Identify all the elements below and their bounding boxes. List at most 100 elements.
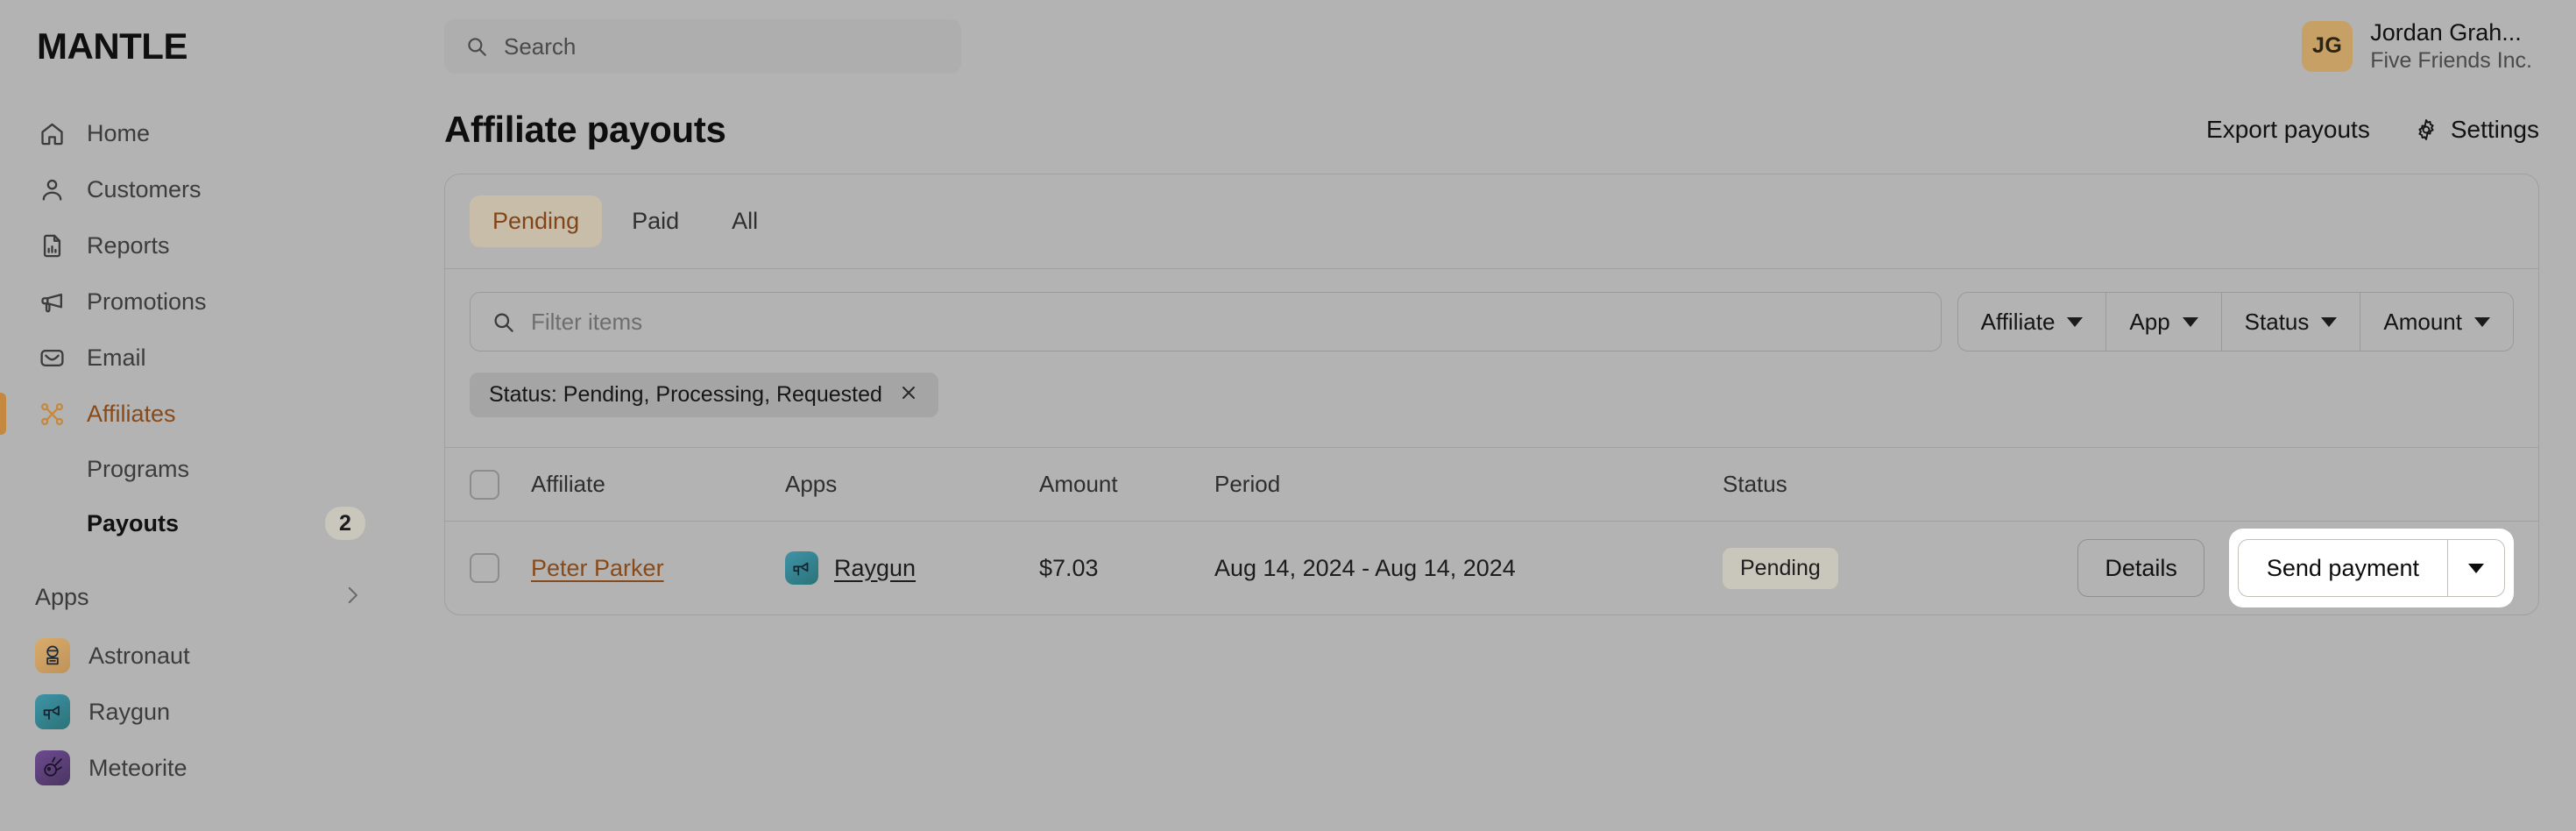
chevron-down-icon — [2067, 316, 2084, 327]
sidebar-app-meteorite[interactable]: Meteorite — [0, 740, 399, 796]
sidebar-section-label: Apps — [35, 583, 89, 610]
user-icon — [39, 176, 66, 203]
row-select-cell — [470, 553, 531, 583]
avatar: JG — [2302, 20, 2353, 72]
sidebar-app-label: Meteorite — [88, 754, 188, 781]
export-payouts-button[interactable]: Export payouts — [2206, 116, 2370, 144]
cell-period: Aug 14, 2024 - Aug 14, 2024 — [1214, 554, 1516, 581]
search-input[interactable]: Search — [444, 19, 961, 74]
chevron-right-icon — [341, 584, 364, 611]
sidebar: MANTLE Home Customers Reports Promotions… — [0, 0, 399, 831]
sidebar-item-affiliates[interactable]: Affiliates — [0, 386, 399, 442]
report-document-icon — [39, 232, 66, 259]
send-payment-button[interactable]: Send payment — [2239, 540, 2448, 596]
topbar: Search JG Jordan Grah... Five Friends In… — [399, 0, 2576, 93]
status-badge: Pending — [1723, 547, 1838, 589]
page-header-actions: Export payouts Settings — [2206, 116, 2539, 144]
sidebar-item-email[interactable]: Email — [0, 330, 399, 386]
table-row: Peter Parker Raygun $7.03 Aug 14, 2024 -… — [445, 522, 2538, 614]
filter-dropdown-app[interactable]: App — [2106, 293, 2222, 351]
sidebar-item-label: Customers — [87, 175, 202, 202]
chevron-down-icon — [2468, 563, 2484, 573]
main-content: Search JG Jordan Grah... Five Friends In… — [399, 0, 2576, 831]
gear-icon — [2414, 117, 2438, 142]
column-header-affiliate[interactable]: Affiliate — [531, 471, 785, 498]
home-icon — [39, 120, 66, 147]
tab-pending[interactable]: Pending — [470, 195, 603, 247]
sidebar-subitem-programs[interactable]: Programs — [0, 442, 399, 496]
sidebar-item-label: Affiliates — [87, 400, 176, 427]
sidebar-section-apps[interactable]: Apps — [0, 566, 399, 628]
sidebar-nav: Home Customers Reports Promotions Email … — [0, 93, 399, 796]
megaphone-icon — [39, 288, 66, 316]
page-title: Affiliate payouts — [444, 109, 726, 150]
sidebar-item-label: Email — [87, 344, 146, 371]
chevron-down-icon — [2321, 316, 2338, 327]
active-filter-chips: Status: Pending, Processing, Requested — [470, 373, 2514, 417]
cell-affiliate: Peter Parker — [531, 555, 785, 582]
user-name: Jordan Grah... — [2370, 19, 2522, 46]
app-link[interactable]: Raygun — [834, 555, 916, 582]
tab-paid[interactable]: Paid — [609, 195, 702, 247]
filter-dropdown-group: Affiliate App Status Amount — [1957, 292, 2514, 352]
app-root: MANTLE Home Customers Reports Promotions… — [0, 0, 2576, 831]
filter-dropdown-affiliate[interactable]: Affiliate — [1958, 293, 2107, 351]
user-menu[interactable]: JG Jordan Grah... Five Friends Inc. — [2302, 19, 2539, 74]
filter-items-input[interactable]: Filter items — [470, 292, 1942, 352]
filter-chip-label: Status: Pending, Processing, Requested — [489, 382, 882, 407]
meteorite-icon — [35, 750, 70, 785]
filter-dropdown-amount[interactable]: Amount — [2360, 293, 2513, 351]
user-org: Five Friends Inc. — [2370, 48, 2532, 74]
search-icon — [492, 310, 515, 334]
affiliates-network-icon — [39, 401, 66, 428]
search-icon — [465, 35, 488, 58]
sidebar-item-label: Home — [87, 119, 151, 146]
sidebar-subitem-payouts[interactable]: Payouts 2 — [0, 496, 399, 550]
cell-apps: Raygun — [785, 551, 1039, 585]
filter-chip-status[interactable]: Status: Pending, Processing, Requested — [470, 373, 938, 417]
row-checkbox[interactable] — [470, 553, 499, 583]
filter-dropdown-label: App — [2129, 308, 2170, 335]
filter-dropdown-label: Status — [2244, 308, 2310, 335]
column-header-amount[interactable]: Amount — [1039, 471, 1214, 498]
table-header: Affiliate Apps Amount Period Status — [445, 448, 2538, 522]
sidebar-item-label: Reports — [87, 231, 170, 259]
sidebar-item-customers[interactable]: Customers — [0, 161, 399, 217]
envelope-icon — [39, 344, 66, 372]
astronaut-icon — [35, 638, 70, 673]
send-payment-highlight: Send payment — [2228, 529, 2514, 607]
sidebar-app-label: Astronaut — [88, 642, 190, 669]
payouts-card: Pending Paid All Filter items Affiliate … — [444, 174, 2539, 615]
settings-label: Settings — [2450, 116, 2539, 143]
brand-name: MANTLE — [37, 25, 188, 67]
cell-amount: $7.03 — [1039, 554, 1099, 581]
tab-all[interactable]: All — [709, 195, 781, 247]
sidebar-item-home[interactable]: Home — [0, 105, 399, 161]
chevron-down-icon — [2182, 316, 2198, 327]
sidebar-subitem-label: Programs — [87, 455, 190, 482]
raygun-icon — [785, 551, 818, 585]
column-header-status[interactable]: Status — [1723, 471, 2093, 498]
filter-dropdown-label: Affiliate — [1980, 308, 2056, 335]
tabs: Pending Paid All — [445, 174, 2538, 269]
brand-logo[interactable]: MANTLE — [0, 0, 399, 93]
filter-dropdown-label: Amount — [2383, 308, 2462, 335]
close-icon[interactable] — [898, 382, 919, 408]
sidebar-item-reports[interactable]: Reports — [0, 217, 399, 273]
filter-row: Filter items Affiliate App Status Amount — [470, 292, 2514, 352]
select-all-checkbox[interactable] — [470, 469, 499, 500]
sidebar-item-label: Promotions — [87, 288, 207, 315]
details-button[interactable]: Details — [2077, 539, 2204, 597]
cell-actions: Details Send payment — [2077, 529, 2514, 607]
send-payment-dropdown-toggle[interactable] — [2448, 540, 2504, 596]
sidebar-app-raygun[interactable]: Raygun — [0, 684, 399, 740]
sidebar-app-astronaut[interactable]: Astronaut — [0, 628, 399, 684]
column-header-apps[interactable]: Apps — [785, 471, 1039, 498]
affiliate-link[interactable]: Peter Parker — [531, 555, 664, 581]
settings-button[interactable]: Settings — [2414, 116, 2539, 144]
chevron-down-icon — [2474, 316, 2490, 327]
column-header-period[interactable]: Period — [1214, 471, 1723, 498]
search-placeholder: Search — [504, 32, 577, 60]
sidebar-item-promotions[interactable]: Promotions — [0, 273, 399, 330]
filter-dropdown-status[interactable]: Status — [2222, 293, 2361, 351]
